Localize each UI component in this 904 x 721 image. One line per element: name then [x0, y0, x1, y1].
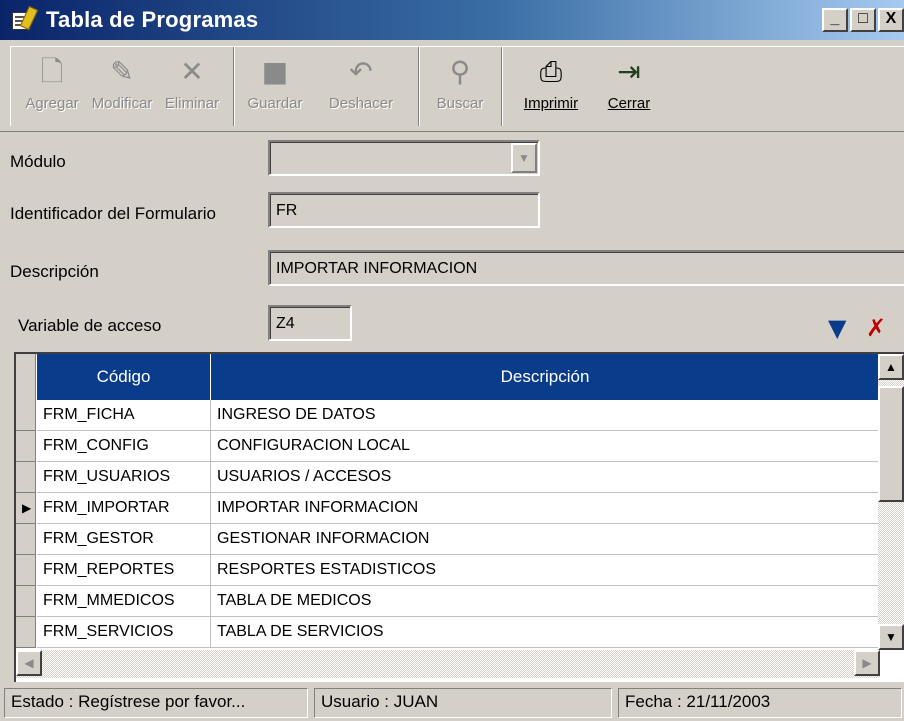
horizontal-scrollbar[interactable]: ◀ ▶ [16, 650, 880, 678]
imprimir-label: Imprimir [523, 95, 579, 112]
status-usuario: Usuario : JUAN [314, 688, 612, 718]
cell-codigo[interactable]: FRM_SERVICIOS [37, 617, 211, 648]
cell-descripcion[interactable]: RESPORTES ESTADISTICOS [211, 555, 880, 586]
cell-descripcion[interactable]: INGRESO DE DATOS [211, 400, 880, 431]
cerrar-label: Cerrar [607, 95, 651, 112]
status-bar: Estado : Regístrese por favor... Usuario… [0, 684, 904, 721]
title-bar: Tabla de Programas _ □ X [0, 0, 904, 40]
status-fecha: Fecha : 21/11/2003 [618, 688, 902, 718]
cell-descripcion[interactable]: GESTIONAR INFORMACION [211, 524, 880, 555]
deshacer-button[interactable]: ↶ Deshacer [316, 47, 406, 126]
edit-icon: ✎ [110, 55, 134, 88]
cell-codigo[interactable]: FRM_GESTOR [37, 524, 211, 555]
toolbar: 🗋 Agregar ✎ Modificar ✕ Eliminar ■ Guard… [0, 40, 904, 132]
cell-codigo[interactable]: FRM_IMPORTAR [37, 493, 211, 524]
modificar-label: Modificar [91, 95, 153, 112]
cell-descripcion[interactable]: IMPORTAR INFORMACION [211, 493, 880, 524]
status-estado: Estado : Regístrese por favor... [4, 688, 308, 718]
current-row-arrow-icon: ▶ [22, 501, 32, 515]
eliminar-button[interactable]: ✕ Eliminar [163, 47, 221, 126]
grid-corner [16, 354, 36, 400]
variable-label: Variable de acceso [18, 316, 162, 335]
scroll-thumb[interactable] [878, 386, 904, 502]
row-indicator[interactable] [16, 462, 36, 493]
deshacer-label: Deshacer [328, 95, 394, 112]
cell-codigo[interactable]: FRM_REPORTES [37, 555, 211, 586]
cell-codigo[interactable]: FRM_FICHA [37, 400, 211, 431]
cell-descripcion[interactable]: TABLA DE SERVICIOS [211, 617, 880, 648]
variable-field[interactable]: Z4 [268, 305, 352, 341]
agregar-label: Agregar [25, 95, 79, 112]
row-indicator[interactable] [16, 555, 36, 586]
undo-icon: ↶ [349, 55, 373, 88]
modulo-label: Módulo [10, 152, 66, 171]
save-icon: ■ [261, 55, 289, 88]
guardar-label: Guardar [247, 95, 303, 112]
cell-descripcion[interactable]: CONFIGURACION LOCAL [211, 431, 880, 462]
cell-descripcion[interactable]: TABLA DE MEDICOS [211, 586, 880, 617]
cell-codigo[interactable]: FRM_CONFIG [37, 431, 211, 462]
row-indicator[interactable] [16, 524, 36, 555]
identificador-field[interactable]: FR [268, 192, 540, 228]
scroll-left-arrow-icon[interactable]: ◀ [16, 650, 42, 676]
eliminar-label: Eliminar [164, 95, 220, 112]
column-header-codigo[interactable]: Código [37, 354, 211, 400]
row-indicator[interactable]: ▶ [16, 493, 36, 524]
modulo-select[interactable]: ▼ [268, 140, 540, 176]
modificar-button[interactable]: ✎ Modificar [91, 47, 153, 126]
scroll-right-arrow-icon[interactable]: ▶ [854, 650, 880, 676]
buscar-label: Buscar [436, 95, 484, 112]
new-document-icon: 🗋 [40, 55, 64, 88]
window-title: Tabla de Programas [46, 7, 259, 32]
filter-icon[interactable]: ▼ [828, 314, 846, 342]
app-icon[interactable] [10, 5, 39, 34]
row-indicator[interactable] [16, 617, 36, 648]
descripcion-label: Descripción [10, 262, 99, 281]
row-indicator[interactable] [16, 586, 36, 617]
cell-descripcion[interactable]: USUARIOS / ACCESOS [211, 462, 880, 493]
row-indicator[interactable] [16, 431, 36, 462]
clear-filter-icon[interactable]: ✗ [866, 314, 886, 342]
imprimir-button[interactable]: ⎙ Imprimir [514, 47, 588, 126]
chevron-down-icon[interactable]: ▼ [511, 143, 537, 173]
cell-codigo[interactable]: FRM_USUARIOS [37, 462, 211, 493]
minimize-button[interactable]: _ [822, 8, 848, 32]
buscar-button[interactable]: ⚲ Buscar [431, 47, 489, 126]
descripcion-field[interactable]: IMPORTAR INFORMACION [268, 250, 904, 286]
cerrar-button[interactable]: ⇥ Cerrar [600, 47, 658, 126]
identificador-label: Identificador del Formulario [10, 204, 216, 223]
programs-grid[interactable]: Código Descripción FRM_FICHA INGRESO DE D… [14, 352, 904, 682]
scroll-down-arrow-icon[interactable]: ▼ [878, 624, 904, 650]
scroll-up-arrow-icon[interactable]: ▲ [878, 354, 904, 380]
exit-door-icon: ⇥ [617, 55, 641, 88]
printer-icon: ⎙ [539, 55, 563, 88]
vertical-scrollbar[interactable]: ▲ ▼ [878, 354, 904, 650]
close-button[interactable]: X [878, 8, 904, 32]
row-indicator[interactable] [16, 400, 36, 431]
cell-codigo[interactable]: FRM_MMEDICOS [37, 586, 211, 617]
maximize-button[interactable]: □ [850, 8, 876, 32]
search-icon: ⚲ [449, 55, 471, 88]
delete-icon: ✕ [180, 55, 204, 88]
guardar-button[interactable]: ■ Guardar [246, 47, 304, 126]
column-header-descripcion[interactable]: Descripción [211, 354, 880, 400]
agregar-button[interactable]: 🗋 Agregar [23, 47, 81, 126]
